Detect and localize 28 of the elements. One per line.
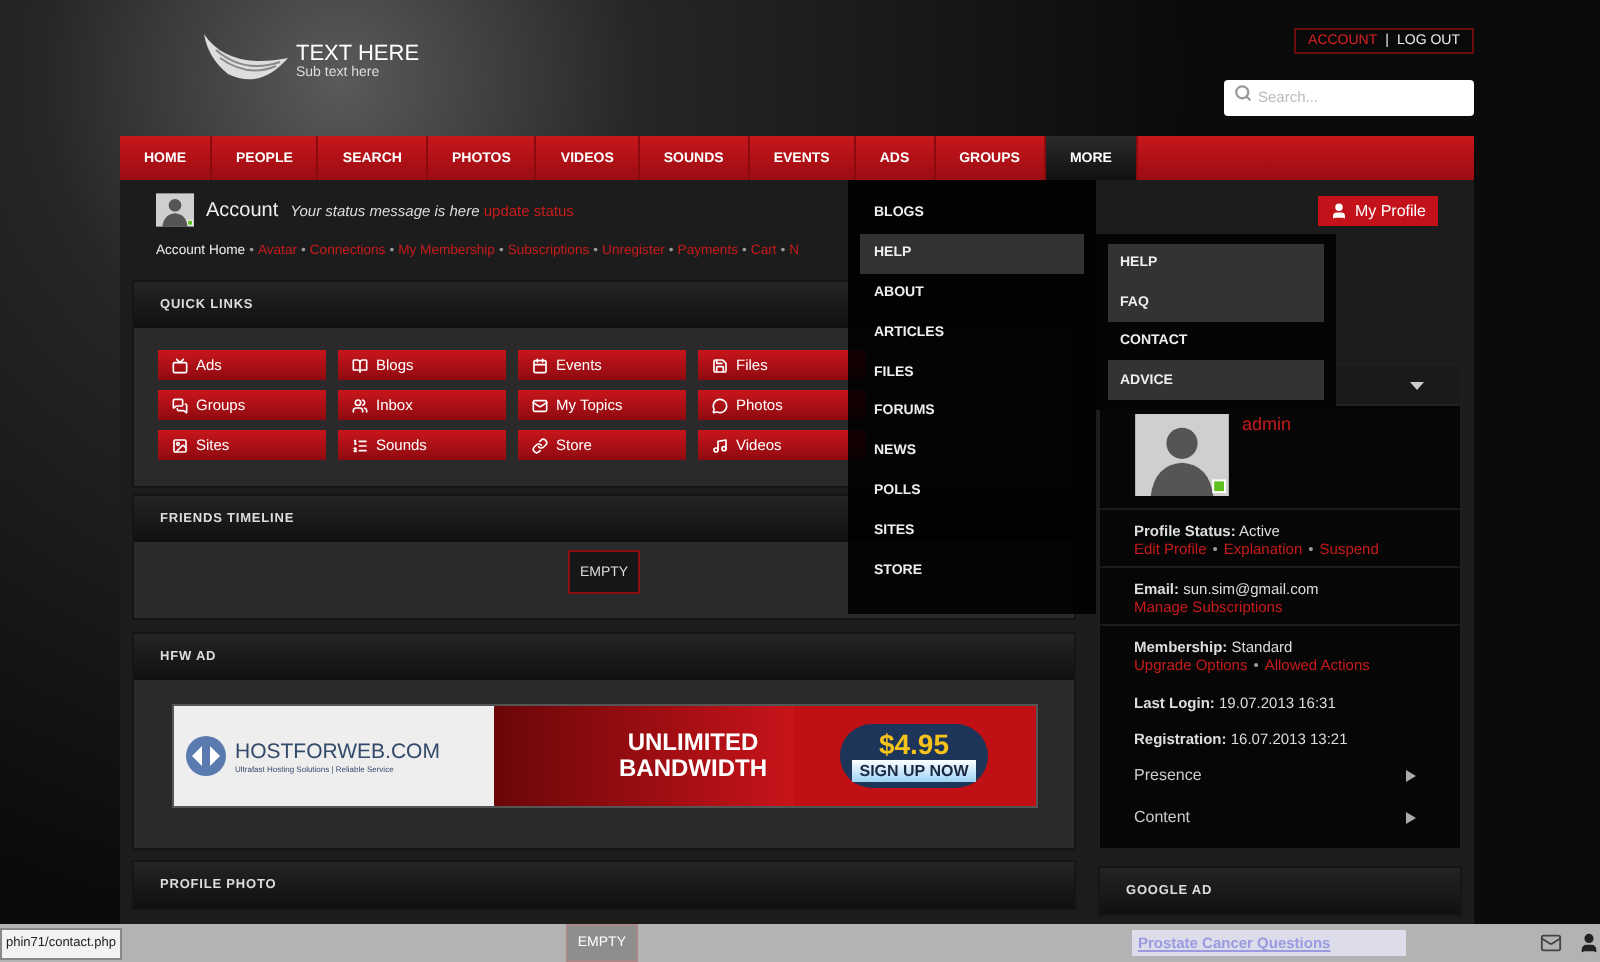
user-icon bbox=[1330, 201, 1349, 219]
calendar-icon bbox=[532, 357, 548, 373]
my-profile-button[interactable]: My Profile bbox=[1318, 195, 1438, 225]
list-icon bbox=[352, 437, 368, 453]
ad-price: $4.95 bbox=[878, 730, 950, 760]
avatar-silhouette-icon bbox=[1134, 414, 1230, 496]
music-note-icon bbox=[712, 437, 728, 453]
tv-icon bbox=[172, 357, 188, 373]
search-icon bbox=[1234, 84, 1252, 102]
profile-name-link[interactable]: admin bbox=[1242, 414, 1292, 496]
image-icon bbox=[172, 437, 188, 453]
book-icon bbox=[352, 357, 368, 373]
sign-up-button[interactable]: SIGN UP NOW bbox=[851, 760, 977, 782]
ad-headline: UNLIMITED BANDWIDTH bbox=[617, 730, 769, 782]
user-icon[interactable] bbox=[1578, 932, 1600, 954]
envelope-icon bbox=[532, 397, 548, 413]
caret-down-icon[interactable] bbox=[1410, 381, 1424, 389]
speech-bubble-icon bbox=[712, 397, 728, 413]
account-title: Account bbox=[206, 199, 279, 221]
avatar-silhouette-icon bbox=[156, 192, 194, 228]
envelope-icon[interactable] bbox=[1540, 932, 1562, 954]
section-toggle[interactable]: Content bbox=[1100, 796, 1460, 838]
logo-title: TEXT HERE bbox=[296, 42, 420, 66]
link-icon bbox=[532, 437, 548, 453]
users-icon bbox=[352, 397, 368, 413]
section-toggle[interactable]: Presence bbox=[1100, 754, 1460, 796]
chat-bubbles-icon bbox=[172, 397, 188, 413]
ad-brand: HOSTFORWEB.COM bbox=[235, 739, 440, 763]
